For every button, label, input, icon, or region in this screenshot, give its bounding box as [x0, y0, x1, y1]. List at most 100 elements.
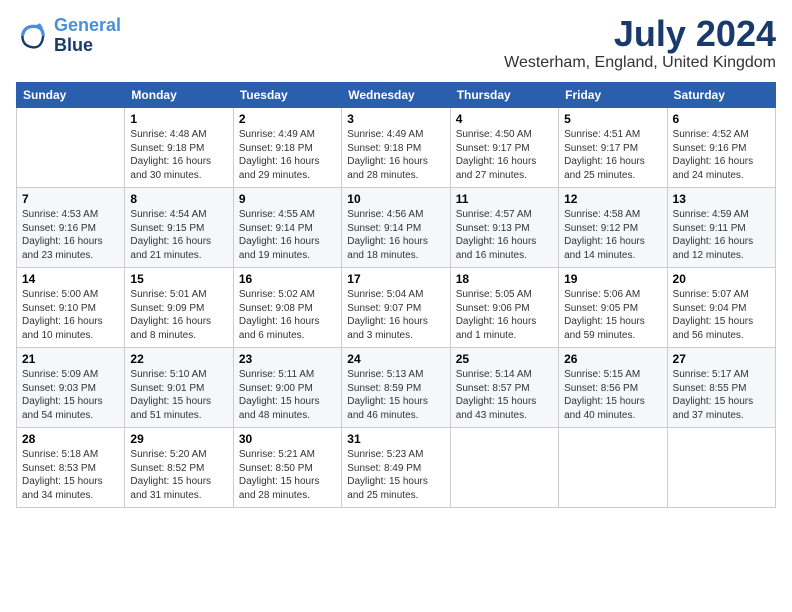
day-detail: Sunrise: 4:52 AM Sunset: 9:16 PM Dayligh… — [673, 128, 770, 182]
day-detail: Sunrise: 4:48 AM Sunset: 9:18 PM Dayligh… — [130, 128, 227, 182]
location-text: Westerham, England, United Kingdom — [504, 54, 776, 72]
calendar-week-2: 7 Sunrise: 4:53 AM Sunset: 9:16 PM Daylig… — [17, 188, 776, 268]
calendar-week-1: 1Sunrise: 4:48 AM Sunset: 9:18 PM Daylig… — [17, 108, 776, 188]
calendar-cell: 12 Sunrise: 4:58 AM Sunset: 9:12 PM Dayli… — [559, 188, 667, 268]
day-number: 16 — [239, 272, 336, 286]
month-title: July 2024 — [504, 16, 776, 52]
day-detail: Sunrise: 5:01 AM Sunset: 9:09 PM Dayligh… — [130, 288, 227, 342]
day-number: 30 — [239, 432, 336, 446]
day-detail: Sunrise: 5:21 AM Sunset: 8:50 PM Dayligh… — [239, 448, 336, 502]
calendar-cell: 16 Sunrise: 5:02 AM Sunset: 9:08 PM Dayli… — [233, 268, 341, 348]
logo-text: GeneralBlue — [54, 16, 121, 56]
calendar-cell: 21 Sunrise: 5:09 AM Sunset: 9:03 PM Dayli… — [17, 348, 125, 428]
calendar-cell — [667, 428, 775, 508]
weekday-header-thursday: Thursday — [450, 83, 558, 108]
day-detail: Sunrise: 5:20 AM Sunset: 8:52 PM Dayligh… — [130, 448, 227, 502]
calendar-cell — [17, 108, 125, 188]
day-number: 3 — [347, 112, 444, 126]
day-number: 20 — [673, 272, 770, 286]
day-number: 27 — [673, 352, 770, 366]
day-detail: Sunrise: 4:50 AM Sunset: 9:17 PM Dayligh… — [456, 128, 553, 182]
calendar-cell: 5Sunrise: 4:51 AM Sunset: 9:17 PM Daylig… — [559, 108, 667, 188]
weekday-header-saturday: Saturday — [667, 83, 775, 108]
logo-icon — [16, 20, 48, 52]
day-detail: Sunrise: 4:57 AM Sunset: 9:13 PM Dayligh… — [456, 208, 553, 262]
day-number: 2 — [239, 112, 336, 126]
calendar-cell: 27Sunrise: 5:17 AM Sunset: 8:55 PM Dayli… — [667, 348, 775, 428]
day-number: 26 — [564, 352, 661, 366]
calendar-cell: 9 Sunrise: 4:55 AM Sunset: 9:14 PM Daylig… — [233, 188, 341, 268]
day-detail: Sunrise: 5:07 AM Sunset: 9:04 PM Dayligh… — [673, 288, 770, 342]
calendar-cell: 4 Sunrise: 4:50 AM Sunset: 9:17 PM Daylig… — [450, 108, 558, 188]
day-detail: Sunrise: 5:13 AM Sunset: 8:59 PM Dayligh… — [347, 368, 444, 422]
calendar-cell: 3 Sunrise: 4:49 AM Sunset: 9:18 PM Daylig… — [342, 108, 450, 188]
day-detail: Sunrise: 5:23 AM Sunset: 8:49 PM Dayligh… — [347, 448, 444, 502]
day-detail: Sunrise: 4:55 AM Sunset: 9:14 PM Dayligh… — [239, 208, 336, 262]
day-detail: Sunrise: 5:04 AM Sunset: 9:07 PM Dayligh… — [347, 288, 444, 342]
day-detail: Sunrise: 4:51 AM Sunset: 9:17 PM Dayligh… — [564, 128, 661, 182]
day-number: 18 — [456, 272, 553, 286]
weekday-header-monday: Monday — [125, 83, 233, 108]
calendar-cell: 15 Sunrise: 5:01 AM Sunset: 9:09 PM Dayli… — [125, 268, 233, 348]
calendar-cell: 13Sunrise: 4:59 AM Sunset: 9:11 PM Dayli… — [667, 188, 775, 268]
day-number: 19 — [564, 272, 661, 286]
day-detail: Sunrise: 4:49 AM Sunset: 9:18 PM Dayligh… — [239, 128, 336, 182]
calendar-cell: 10Sunrise: 4:56 AM Sunset: 9:14 PM Dayli… — [342, 188, 450, 268]
calendar-cell: 18 Sunrise: 5:05 AM Sunset: 9:06 PM Dayli… — [450, 268, 558, 348]
day-detail: Sunrise: 5:18 AM Sunset: 8:53 PM Dayligh… — [22, 448, 119, 502]
weekday-header-sunday: Sunday — [17, 83, 125, 108]
calendar-cell: 7 Sunrise: 4:53 AM Sunset: 9:16 PM Daylig… — [17, 188, 125, 268]
calendar-cell — [559, 428, 667, 508]
calendar-cell: 19 Sunrise: 5:06 AM Sunset: 9:05 PM Dayli… — [559, 268, 667, 348]
day-number: 6 — [673, 112, 770, 126]
day-number: 15 — [130, 272, 227, 286]
day-number: 9 — [239, 192, 336, 206]
calendar-cell: 25 Sunrise: 5:14 AM Sunset: 8:57 PM Dayli… — [450, 348, 558, 428]
day-detail: Sunrise: 4:49 AM Sunset: 9:18 PM Dayligh… — [347, 128, 444, 182]
day-number: 31 — [347, 432, 444, 446]
day-number: 23 — [239, 352, 336, 366]
day-detail: Sunrise: 5:06 AM Sunset: 9:05 PM Dayligh… — [564, 288, 661, 342]
day-detail: Sunrise: 5:02 AM Sunset: 9:08 PM Dayligh… — [239, 288, 336, 342]
day-detail: Sunrise: 5:09 AM Sunset: 9:03 PM Dayligh… — [22, 368, 119, 422]
day-detail: Sunrise: 5:15 AM Sunset: 8:56 PM Dayligh… — [564, 368, 661, 422]
weekday-header-row: SundayMondayTuesdayWednesdayThursdayFrid… — [17, 83, 776, 108]
calendar-cell: 24Sunrise: 5:13 AM Sunset: 8:59 PM Dayli… — [342, 348, 450, 428]
calendar-cell: 23Sunrise: 5:11 AM Sunset: 9:00 PM Dayli… — [233, 348, 341, 428]
calendar-cell: 29Sunrise: 5:20 AM Sunset: 8:52 PM Dayli… — [125, 428, 233, 508]
calendar-cell: 22 Sunrise: 5:10 AM Sunset: 9:01 PM Dayli… — [125, 348, 233, 428]
day-number: 14 — [22, 272, 119, 286]
day-detail: Sunrise: 5:00 AM Sunset: 9:10 PM Dayligh… — [22, 288, 119, 342]
day-number: 11 — [456, 192, 553, 206]
day-detail: Sunrise: 4:53 AM Sunset: 9:16 PM Dayligh… — [22, 208, 119, 262]
weekday-header-friday: Friday — [559, 83, 667, 108]
day-detail: Sunrise: 5:05 AM Sunset: 9:06 PM Dayligh… — [456, 288, 553, 342]
calendar-week-4: 21 Sunrise: 5:09 AM Sunset: 9:03 PM Dayli… — [17, 348, 776, 428]
calendar-cell: 17 Sunrise: 5:04 AM Sunset: 9:07 PM Dayli… — [342, 268, 450, 348]
calendar-cell: 11 Sunrise: 4:57 AM Sunset: 9:13 PM Dayli… — [450, 188, 558, 268]
calendar-cell: 30 Sunrise: 5:21 AM Sunset: 8:50 PM Dayli… — [233, 428, 341, 508]
weekday-header-tuesday: Tuesday — [233, 83, 341, 108]
calendar-week-3: 14 Sunrise: 5:00 AM Sunset: 9:10 PM Dayli… — [17, 268, 776, 348]
day-number: 12 — [564, 192, 661, 206]
logo: GeneralBlue — [16, 16, 121, 56]
day-number: 28 — [22, 432, 119, 446]
calendar-cell: 20 Sunrise: 5:07 AM Sunset: 9:04 PM Dayli… — [667, 268, 775, 348]
day-number: 4 — [456, 112, 553, 126]
calendar-cell: 8Sunrise: 4:54 AM Sunset: 9:15 PM Daylig… — [125, 188, 233, 268]
calendar-cell — [450, 428, 558, 508]
day-detail: Sunrise: 5:10 AM Sunset: 9:01 PM Dayligh… — [130, 368, 227, 422]
calendar-week-5: 28 Sunrise: 5:18 AM Sunset: 8:53 PM Dayli… — [17, 428, 776, 508]
calendar-cell: 1Sunrise: 4:48 AM Sunset: 9:18 PM Daylig… — [125, 108, 233, 188]
calendar-table: SundayMondayTuesdayWednesdayThursdayFrid… — [16, 82, 776, 508]
day-number: 17 — [347, 272, 444, 286]
day-detail: Sunrise: 5:14 AM Sunset: 8:57 PM Dayligh… — [456, 368, 553, 422]
day-number: 25 — [456, 352, 553, 366]
calendar-cell: 31 Sunrise: 5:23 AM Sunset: 8:49 PM Dayli… — [342, 428, 450, 508]
calendar-cell: 2 Sunrise: 4:49 AM Sunset: 9:18 PM Daylig… — [233, 108, 341, 188]
day-number: 22 — [130, 352, 227, 366]
day-number: 7 — [22, 192, 119, 206]
calendar-cell: 14 Sunrise: 5:00 AM Sunset: 9:10 PM Dayli… — [17, 268, 125, 348]
day-number: 21 — [22, 352, 119, 366]
day-detail: Sunrise: 4:58 AM Sunset: 9:12 PM Dayligh… — [564, 208, 661, 262]
